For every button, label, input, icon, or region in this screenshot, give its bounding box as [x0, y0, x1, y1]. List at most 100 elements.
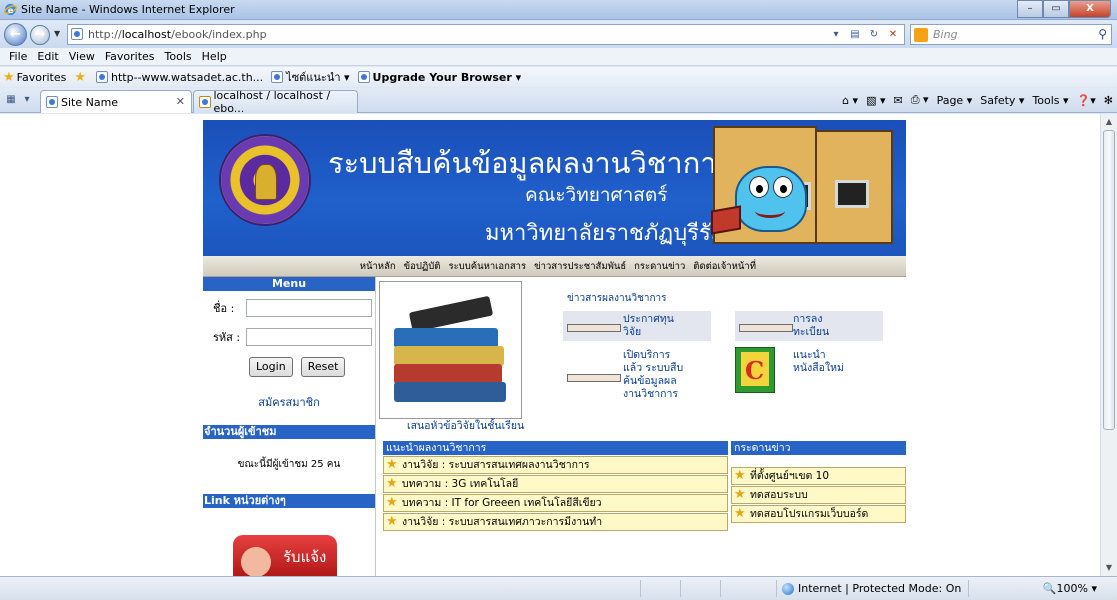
page-icon: [271, 71, 284, 83]
minimize-button[interactable]: –: [1017, 0, 1043, 18]
menu-view[interactable]: View: [64, 48, 100, 65]
nav-home[interactable]: หน้าหลัก: [360, 259, 396, 274]
favorite-link-watsadet[interactable]: http--www.watsadet.ac.th...: [96, 71, 263, 84]
vertical-scrollbar[interactable]: ▲ ▼: [1100, 114, 1117, 576]
reset-button[interactable]: Reset: [300, 357, 346, 377]
scroll-thumb[interactable]: [1103, 130, 1115, 430]
scroll-up-icon[interactable]: ▲: [1101, 114, 1117, 130]
news-heading: ข่าวสารผลงานวิชาการ: [567, 293, 667, 304]
address-field[interactable]: http://localhost/ebook/index.php ▾ ▤ ↻ ✕: [67, 24, 905, 45]
page-icon: [199, 96, 211, 108]
title-bar: e Site Name - Windows Internet Explorer …: [0, 0, 1117, 20]
news-item-text[interactable]: เปิดบริการ แล้ว ระบบสืบ ค้นข้อมูลผล งานวิชา…: [623, 349, 683, 401]
refresh-icon[interactable]: ↻: [866, 27, 882, 42]
zoom-level[interactable]: 🔍100% ▾: [1043, 582, 1097, 595]
menu-tools[interactable]: Tools: [160, 48, 197, 65]
book-stack-image[interactable]: [379, 281, 522, 419]
safety-menu[interactable]: Safety ▾: [980, 94, 1024, 107]
home-icon[interactable]: ⌂ ▾: [842, 94, 858, 107]
window-controls: – ▭ X: [1017, 0, 1111, 18]
mail-icon[interactable]: ✉: [894, 94, 903, 107]
news-thumbnail: [739, 324, 793, 332]
star-icon: ★: [386, 495, 398, 510]
page-menu[interactable]: Page ▾: [937, 94, 973, 107]
add-favorite-icon: ★: [74, 69, 87, 85]
tab-phpmyadmin[interactable]: localhost / localhost / ebo...: [193, 89, 358, 115]
address-dropdown-icon[interactable]: ▾: [828, 27, 844, 42]
command-bar: ⌂ ▾ ▧ ▾ ✉ ⎙ ▾ Page ▾ Safety ▾ Tools ▾ ❓▾…: [842, 93, 1113, 107]
menu-edit[interactable]: Edit: [32, 48, 63, 65]
quick-tabs-icon[interactable]: ▦: [4, 92, 18, 108]
research-icon[interactable]: ✻: [1104, 94, 1113, 107]
recommend-item[interactable]: ★ งานวิจัย : ระบบสารสนเทศภาวะการมีงานทำ: [383, 513, 728, 531]
star-icon: ★: [734, 468, 746, 483]
close-tab-icon[interactable]: ✕: [176, 95, 185, 108]
login-button[interactable]: Login: [249, 357, 293, 377]
search-icon[interactable]: ⚲: [1098, 27, 1107, 41]
print-icon[interactable]: ⎙ ▾: [911, 93, 929, 107]
board-item[interactable]: ★ ที่ตั้งศูนย์ฯเขต 10: [731, 467, 906, 485]
favorites-button[interactable]: ★ Favorites: [3, 70, 66, 85]
star-icon: ★: [734, 506, 746, 521]
add-favorite-button[interactable]: ★: [74, 70, 88, 85]
search-field[interactable]: Bing ⚲: [910, 24, 1112, 45]
recommend-item[interactable]: ★ บทความ : 3G เทคโนโลยี: [383, 475, 728, 493]
menu-help[interactable]: Help: [197, 48, 232, 65]
nav-document-search[interactable]: ระบบค้นหาเอกสาร: [448, 259, 526, 274]
board-item[interactable]: ★ ทดสอบโปรแกรมเว็บบอร์ด: [731, 505, 906, 523]
page-icon: [357, 71, 370, 83]
stop-icon[interactable]: ✕: [885, 27, 901, 42]
address-bar-row: ← → ▼ http://localhost/ebook/index.php ▾…: [0, 21, 1117, 48]
security-zone[interactable]: Internet | Protected Mode: On: [782, 582, 961, 595]
compatibility-view-icon[interactable]: ▤: [847, 27, 863, 42]
visitors-heading: จำนวนผู้เข้าชม: [203, 425, 375, 439]
star-icon: ★: [386, 457, 398, 472]
board-item[interactable]: ★ ทดสอบระบบ: [731, 486, 906, 504]
visitor-count: ขณะนี้มีผู้เข้าชม 25 คน: [237, 459, 341, 470]
back-button[interactable]: ←: [4, 23, 27, 46]
tools-menu[interactable]: Tools ▾: [1032, 94, 1068, 107]
maximize-button[interactable]: ▭: [1043, 0, 1069, 18]
svg-text:e: e: [8, 5, 14, 15]
scroll-down-icon[interactable]: ▼: [1101, 560, 1117, 576]
links-heading: Link หน่วยต่างๆ: [203, 494, 375, 508]
nav-contact[interactable]: ติดต่อเจ้าหน้าที่: [693, 259, 756, 274]
tab-site-name[interactable]: Site Name ✕: [40, 90, 192, 113]
tab-list-icon[interactable]: ▾: [20, 92, 34, 108]
nav-rules[interactable]: ข้อปฏิบัติ: [404, 259, 441, 274]
menu-bar: File Edit View Favorites Tools Help: [0, 48, 1117, 66]
status-bar: Internet | Protected Mode: On 🔍100% ▾: [0, 576, 1117, 600]
nav-webboard[interactable]: กระดานข่าว: [634, 259, 685, 274]
username-input[interactable]: [246, 299, 372, 317]
news-item-text[interactable]: การลง ทะเบียน: [793, 313, 829, 339]
favorites-star-icon: ★: [3, 69, 15, 85]
news-item-text[interactable]: แนะนำ หนังสือใหม่: [793, 349, 844, 375]
recommend-item[interactable]: ★ บทความ : IT for Greeen เทคโนโลยีสีเขียว: [383, 494, 728, 512]
research-proposal-link[interactable]: เสนอหัวข้อวิจัยในชั้นเรียน: [407, 417, 524, 434]
nav-news[interactable]: ข่าวสารประชาสัมพันธ์: [534, 259, 626, 274]
page-icon: [71, 28, 84, 41]
menu-file[interactable]: File: [4, 48, 32, 65]
recommend-item[interactable]: ★ งานวิจัย : ระบบสารสนเทศผลงานวิชาการ: [383, 456, 728, 474]
address-url: http://localhost/ebook/index.php: [88, 28, 267, 41]
password-input[interactable]: [246, 328, 372, 346]
tab-bar: ▦ ▾ Site Name ✕ localhost / localhost / …: [0, 88, 1117, 115]
register-link[interactable]: สมัครสมาชิก: [203, 393, 375, 411]
news-item-text[interactable]: ประกาศทุน วิจัย: [623, 313, 674, 339]
close-window-button[interactable]: X: [1069, 0, 1111, 18]
help-icon[interactable]: ❓▾: [1077, 94, 1096, 107]
password-label: รหัส :: [213, 331, 241, 344]
new-book-thumbnail[interactable]: [735, 347, 775, 393]
notification-banner-link[interactable]: รับแจ้ง: [233, 535, 337, 576]
bing-icon: [914, 28, 928, 42]
faculty-name: คณะวิทยาศาสตร์: [525, 184, 668, 206]
star-icon: ★: [386, 476, 398, 491]
recent-pages-dropdown-icon[interactable]: ▼: [54, 29, 60, 38]
window-title: Site Name - Windows Internet Explorer: [21, 3, 235, 16]
computer-illustration: [835, 180, 869, 208]
forward-button[interactable]: →: [30, 25, 50, 45]
menu-favorites[interactable]: Favorites: [100, 48, 160, 65]
feeds-icon[interactable]: ▧ ▾: [866, 94, 885, 107]
favorite-link-upgrade[interactable]: Upgrade Your Browser ▾: [357, 71, 521, 84]
favorite-link-suggested[interactable]: ไซต์แนะนำ ▾: [271, 68, 350, 86]
